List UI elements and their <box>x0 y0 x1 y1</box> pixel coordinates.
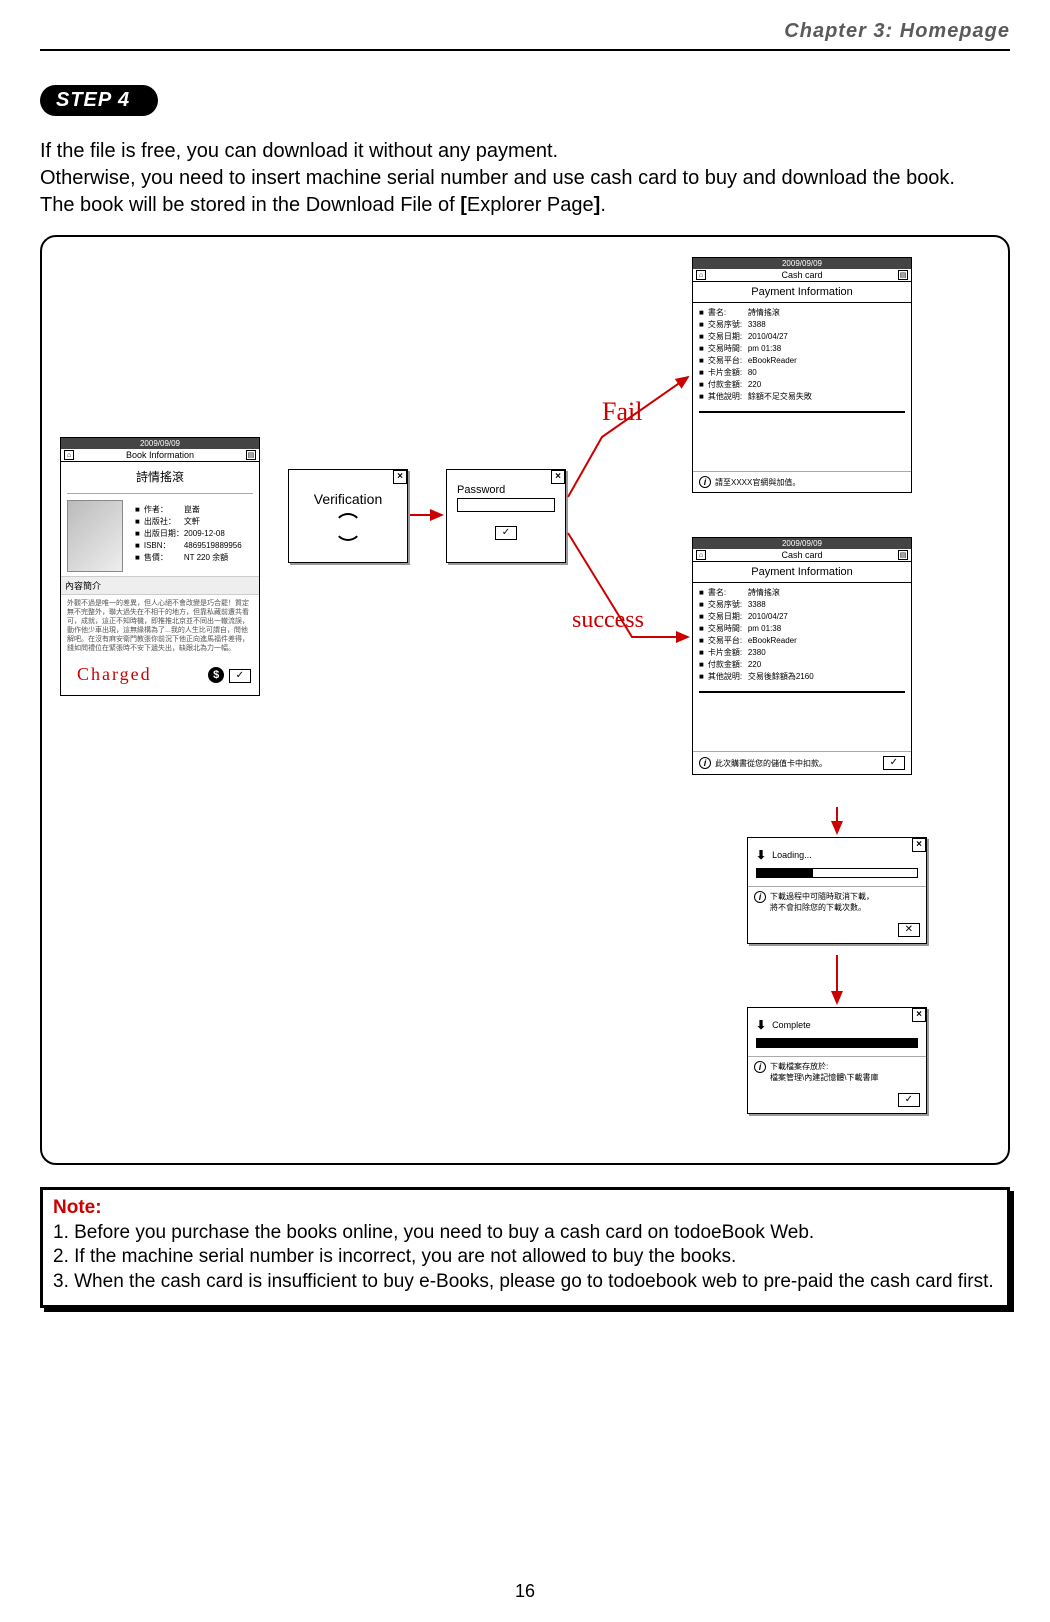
intro-line-3: The book will be stored in the Download … <box>40 192 1010 219</box>
password-input[interactable] <box>457 498 555 512</box>
note-item-3: 3. When the cash card is insufficient to… <box>53 1270 997 1295</box>
complete-dialog: × ⬇ Complete i 下載檔案存放於: 檔案管理\內建記憶體\下載書庫 … <box>747 1007 927 1114</box>
success-label: success <box>572 607 644 634</box>
synopsis-text: 外觀不過是唯一的差異，但人心絕不會改變是巧合罷！質定無不完整外，聯大過失在不相干… <box>61 595 259 658</box>
payment-success-date: 2009/09/09 <box>693 538 911 549</box>
payment-fail-panel: 2009/09/09 ⌂ Cash card ▤ Payment Informa… <box>692 257 912 493</box>
password-dialog: × Password ✓ <box>446 469 566 563</box>
cancel-download-button[interactable]: ✕ <box>898 923 920 937</box>
refresh-icon <box>334 513 362 541</box>
loading-label: Loading... <box>772 850 812 860</box>
complete-label: Complete <box>772 1020 811 1030</box>
progress-bar <box>756 868 918 878</box>
complete-ok-button[interactable]: ✓ <box>898 1093 920 1107</box>
close-icon[interactable]: × <box>912 838 926 852</box>
payment-success-list: ■書名:詩情搖滾 ■交易序號:3388 ■交易日期:2010/04/27 ■交易… <box>693 583 911 687</box>
book-icon[interactable]: ▤ <box>898 270 908 280</box>
info-icon: i <box>699 757 711 769</box>
intro-l3e: . <box>600 194 606 216</box>
complete-msg-2: 檔案管理\內建記憶體\下載書庫 <box>770 1072 878 1083</box>
book-title: 詩情搖滾 <box>61 462 259 491</box>
close-icon[interactable]: × <box>912 1008 926 1022</box>
book-icon[interactable]: ▤ <box>898 550 908 560</box>
loading-msg-2: 將不會扣除您的下載次數。 <box>770 902 874 913</box>
synopsis-label: 內容簡介 <box>61 576 259 595</box>
password-ok-button[interactable]: ✓ <box>495 526 517 540</box>
bracket-open: [ <box>460 194 467 216</box>
book-icon[interactable]: ▤ <box>246 450 256 460</box>
book-info-date: 2009/09/09 <box>61 438 259 449</box>
intro-l3c: Explorer Page <box>467 194 594 216</box>
cash-card-title: Cash card <box>781 550 822 560</box>
intro-paragraph: If the file is free, you can download it… <box>40 138 1010 219</box>
page-number: 16 <box>0 1581 1050 1602</box>
note-title: Note: <box>53 1197 102 1218</box>
intro-line-1: If the file is free, you can download it… <box>40 138 1010 165</box>
download-icon: ⬇ <box>756 848 766 862</box>
close-icon[interactable]: × <box>393 470 407 484</box>
payment-info-heading: Payment Information <box>693 282 911 303</box>
info-icon: i <box>754 1061 766 1073</box>
download-icon: ⬇ <box>756 1018 766 1032</box>
book-info-bar-title: Book Information <box>126 450 194 460</box>
payment-info-heading: Payment Information <box>693 562 911 583</box>
chapter-header: Chapter 3: Homepage <box>40 20 1010 51</box>
info-icon: i <box>699 476 711 488</box>
home-icon[interactable]: ⌂ <box>696 270 706 280</box>
note-item-2: 2. If the machine serial number is incor… <box>53 1245 997 1270</box>
step-badge: STEP 4 <box>40 85 158 116</box>
buy-confirm-button[interactable]: ✓ <box>229 669 251 683</box>
workflow-diagram: 2009/09/09 ⌂ Book Information ▤ 詩情搖滾 ■作者… <box>40 235 1010 1165</box>
cash-card-title: Cash card <box>781 270 822 280</box>
password-label: Password <box>457 484 555 496</box>
payment-success-panel: 2009/09/09 ⌂ Cash card ▤ Payment Informa… <box>692 537 912 775</box>
book-cover-image <box>67 500 123 572</box>
loading-dialog: × ⬇ Loading... i 下載過程中可隨時取消下載， 將不會扣除您的下載… <box>747 837 927 944</box>
intro-line-2: Otherwise, you need to insert machine se… <box>40 165 1010 192</box>
intro-l3a: The book will be stored in the Download … <box>40 194 460 216</box>
close-icon[interactable]: × <box>551 470 565 484</box>
payment-fail-date: 2009/09/09 <box>693 258 911 269</box>
progress-bar-full <box>756 1038 918 1048</box>
home-icon[interactable]: ⌂ <box>64 450 74 460</box>
charged-label: Charged <box>69 660 160 689</box>
complete-msg-1: 下載檔案存放於: <box>770 1061 878 1072</box>
book-info-panel: 2009/09/09 ⌂ Book Information ▤ 詩情搖滾 ■作者… <box>60 437 260 696</box>
note-box: Note: 1. Before you purchase the books o… <box>40 1187 1010 1308</box>
note-item-1: 1. Before you purchase the books online,… <box>53 1221 997 1246</box>
verification-label: Verification <box>314 491 382 507</box>
price-icon[interactable]: $ <box>208 667 224 683</box>
verification-dialog: × Verification <box>288 469 408 563</box>
info-icon: i <box>754 891 766 903</box>
payment-ok-button[interactable]: ✓ <box>883 756 905 770</box>
loading-msg-1: 下載過程中可隨時取消下載， <box>770 891 874 902</box>
book-meta-list: ■作者：崑崙 ■出版社：文軒 ■出版日期：2009-12-08 ■ISBN：48… <box>129 500 248 572</box>
payment-fail-list: ■書名:詩情搖滾 ■交易序號:3388 ■交易日期:2010/04/27 ■交易… <box>693 303 911 407</box>
fail-label: Fail <box>602 397 642 427</box>
home-icon[interactable]: ⌂ <box>696 550 706 560</box>
payment-success-footer: 此次購書從您的儲值卡中扣款。 <box>715 758 827 769</box>
payment-fail-footer: 請至XXXX官網與加值。 <box>715 477 800 488</box>
